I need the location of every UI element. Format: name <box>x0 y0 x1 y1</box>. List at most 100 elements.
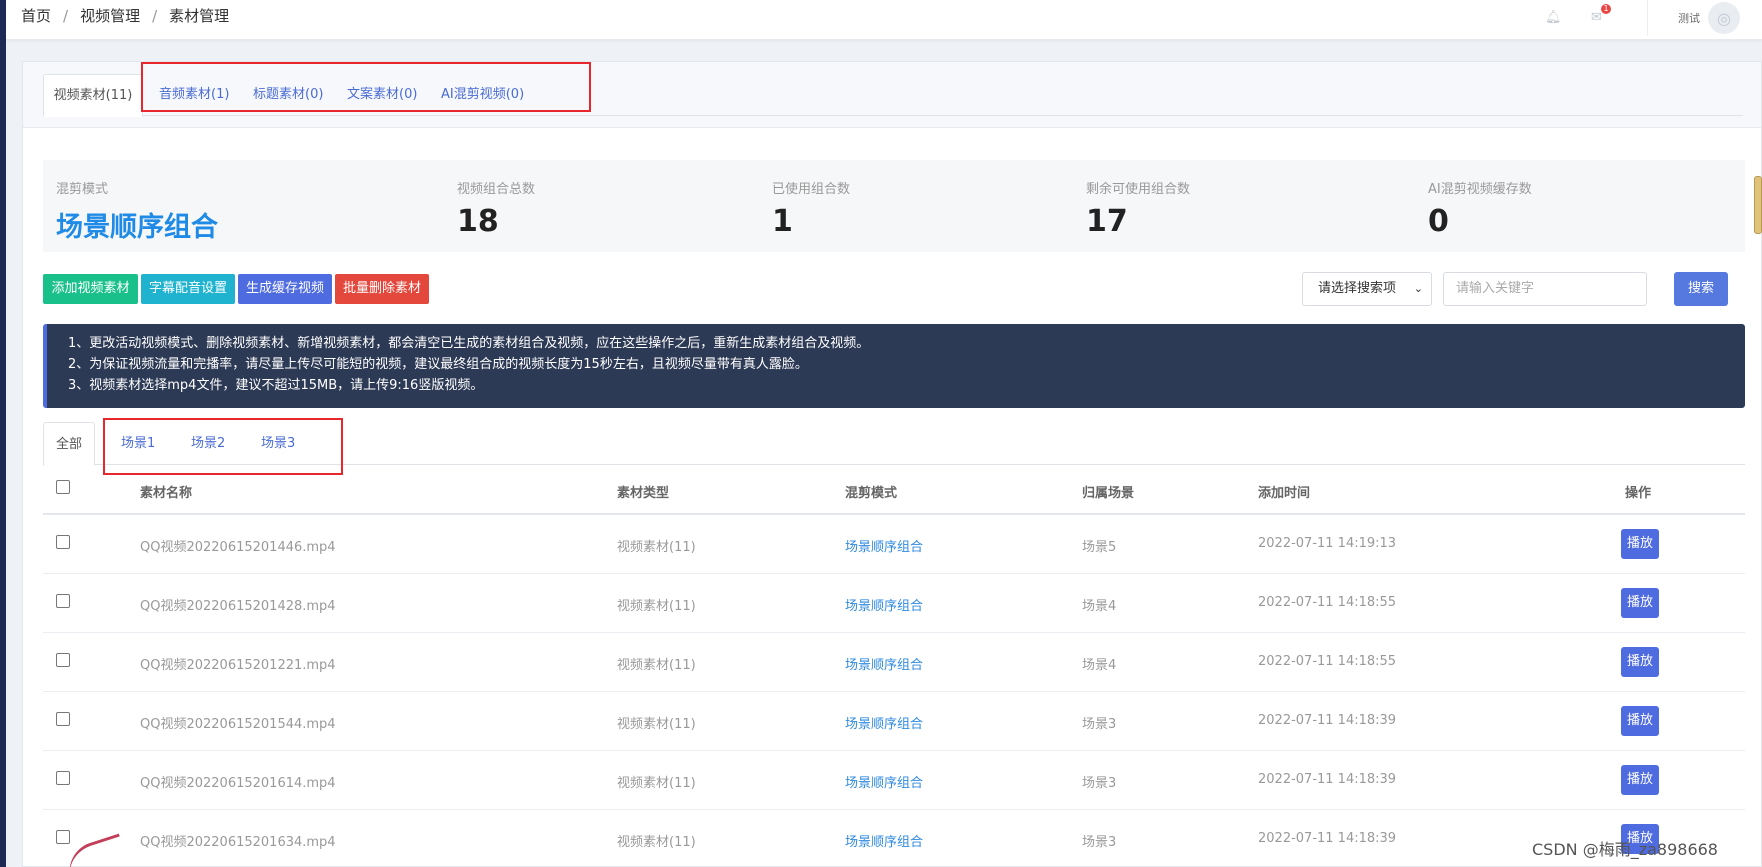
header-operation: 操作 <box>1625 486 1652 501</box>
tab-title-material[interactable]: 标题素材(0) <box>253 74 323 116</box>
row-scene: 场景4 <box>1082 599 1117 614</box>
play-button[interactable]: 播放 <box>1621 647 1659 677</box>
stat-total-label: 视频组合总数 <box>457 182 536 197</box>
row-scene: 场景3 <box>1082 835 1117 850</box>
generate-cache-video-button[interactable]: 生成缓存视频 <box>238 274 332 304</box>
avatar[interactable]: ◎ <box>1708 2 1740 34</box>
stat-cache-value: 0 <box>1428 204 1449 239</box>
breadcrumb-video-management[interactable]: 视频管理 <box>80 5 140 26</box>
header-divider <box>1647 0 1648 36</box>
play-button[interactable]: 播放 <box>1621 706 1659 736</box>
row-material-type: 视频素材(11) <box>617 658 696 673</box>
row-mix-mode[interactable]: 场景顺序组合 <box>845 713 923 732</box>
breadcrumb-separator: / <box>152 6 158 25</box>
notice-line-1: 1、更改活动视频模式、删除视频素材、新增视频素材，都会清空已生成的素材组合及视频… <box>68 336 870 351</box>
scene-tabs: 全部 场景1 场景2 场景3 <box>43 422 1745 466</box>
table-header-row: 素材名称 素材类型 混剪模式 归属场景 添加时间 操作 <box>43 466 1745 515</box>
row-scene: 场景3 <box>1082 717 1117 732</box>
top-header: 首页 / 视频管理 / 素材管理 🔔︎ ✉ 1 测试 ◎ <box>6 0 1762 40</box>
tab-copy-material[interactable]: 文案素材(0) <box>347 74 417 116</box>
row-mix-mode[interactable]: 场景顺序组合 <box>845 831 923 850</box>
play-button[interactable]: 播放 <box>1621 529 1659 559</box>
header-added-time: 添加时间 <box>1258 486 1311 501</box>
table-row: QQ视频20220615201428.mp4 视频素材(11) 场景顺序组合 场… <box>43 574 1745 633</box>
play-button[interactable]: 播放 <box>1621 765 1659 795</box>
stat-remaining-label: 剩余可使用组合数 <box>1086 182 1191 197</box>
row-material-name: QQ视频20220615201428.mp4 <box>140 599 336 614</box>
stat-mode-value: 场景顺序组合 <box>56 212 218 243</box>
row-added-time: 2022-07-11 14:18:39 <box>1258 831 1397 846</box>
chevron-down-icon: ⌄ <box>1413 282 1423 295</box>
scene-tab-all[interactable]: 全部 <box>43 422 95 466</box>
watermark: CSDN @梅雨_za898668 <box>1532 840 1718 859</box>
tab-ai-mix-video[interactable]: AI混剪视频(0) <box>441 74 524 116</box>
row-added-time: 2022-07-11 14:18:55 <box>1258 654 1397 669</box>
header-icons: 🔔︎ ✉ 1 测试 ◎ <box>1545 0 1762 36</box>
notice-box: 1、更改活动视频模式、删除视频素材、新增视频素材，都会清空已生成的素材组合及视频… <box>43 324 1745 408</box>
page-scrollbar[interactable] <box>1754 176 1762 234</box>
stats-panel: 混剪模式 场景顺序组合 视频组合总数 18 已使用组合数 1 剩余可使用组合数 … <box>43 160 1745 252</box>
header-scene: 归属场景 <box>1082 486 1135 501</box>
tab-audio-material[interactable]: 音频素材(1) <box>159 74 229 116</box>
search-field-select[interactable]: 请选择搜索项 ⌄ <box>1302 272 1432 306</box>
row-material-name: QQ视频20220615201614.mp4 <box>140 776 336 791</box>
row-checkbox[interactable] <box>56 594 70 608</box>
row-mix-mode[interactable]: 场景顺序组合 <box>845 772 923 791</box>
breadcrumb: 首页 / 视频管理 / 素材管理 <box>21 5 229 26</box>
user-name[interactable]: 测试 <box>1678 10 1700 26</box>
subtitle-dubbing-settings-button[interactable]: 字幕配音设置 <box>141 274 235 304</box>
stat-remaining-value: 17 <box>1086 204 1128 239</box>
stat-cache-label: AI混剪视频缓存数 <box>1428 182 1532 197</box>
scene-tab-1[interactable]: 场景1 <box>121 422 155 465</box>
breadcrumb-material-management: 素材管理 <box>169 7 230 25</box>
keyword-search-input[interactable]: 请输入关键字 <box>1443 272 1647 306</box>
table-row: QQ视频20220615201634.mp4 视频素材(11) 场景顺序组合 场… <box>43 810 1745 867</box>
add-video-material-button[interactable]: 添加视频素材 <box>43 274 138 304</box>
table-row: QQ视频20220615201221.mp4 视频素材(11) 场景顺序组合 场… <box>43 633 1745 692</box>
row-added-time: 2022-07-11 14:18:39 <box>1258 772 1397 787</box>
row-added-time: 2022-07-11 14:19:13 <box>1258 536 1397 551</box>
header-material-type: 素材类型 <box>617 486 670 501</box>
table-row: QQ视频20220615201544.mp4 视频素材(11) 场景顺序组合 场… <box>43 692 1745 751</box>
row-checkbox[interactable] <box>56 830 70 844</box>
row-checkbox[interactable] <box>56 535 70 549</box>
row-checkbox[interactable] <box>56 653 70 667</box>
row-scene: 场景5 <box>1082 540 1117 555</box>
row-checkbox[interactable] <box>56 771 70 785</box>
row-scene: 场景3 <box>1082 776 1117 791</box>
play-button[interactable]: 播放 <box>1621 588 1659 618</box>
tab-video-material[interactable]: 视频素材(11) <box>43 74 143 117</box>
message-badge: 1 <box>1601 4 1611 14</box>
row-material-name: QQ视频20220615201634.mp4 <box>140 835 336 850</box>
header-mix-mode: 混剪模式 <box>845 486 898 501</box>
scene-tab-2[interactable]: 场景2 <box>191 422 225 465</box>
stat-total-value: 18 <box>457 204 499 239</box>
material-tabs: 视频素材(11) 音频素材(1) 标题素材(0) 文案素材(0) AI混剪视频(… <box>43 74 1743 117</box>
bell-icon[interactable]: 🔔︎ <box>1545 11 1562 25</box>
main-card: 视频素材(11) 音频素材(1) 标题素材(0) 文案素材(0) AI混剪视频(… <box>22 61 1762 867</box>
notice-line-3: 3、视频素材选择mp4文件，建议不超过15MB，请上传9:16竖版视频。 <box>68 378 484 393</box>
scene-tab-3[interactable]: 场景3 <box>261 422 295 465</box>
search-field-select-value: 请选择搜索项 <box>1318 281 1397 296</box>
row-scene: 场景4 <box>1082 658 1117 673</box>
breadcrumb-separator: / <box>63 6 69 25</box>
row-material-type: 视频素材(11) <box>617 835 696 850</box>
row-mix-mode[interactable]: 场景顺序组合 <box>845 654 923 673</box>
row-mix-mode[interactable]: 场景顺序组合 <box>845 536 923 555</box>
stat-used-value: 1 <box>772 204 793 239</box>
card-header: 视频素材(11) 音频素材(1) 标题素材(0) 文案素材(0) AI混剪视频(… <box>23 62 1761 128</box>
batch-delete-button[interactable]: 批量删除素材 <box>335 274 429 304</box>
row-mix-mode[interactable]: 场景顺序组合 <box>845 595 923 614</box>
message-icon[interactable]: ✉ 1 <box>1591 4 1611 25</box>
stat-used-label: 已使用组合数 <box>772 182 851 197</box>
notice-line-2: 2、为保证视频流量和完播率，请尽量上传尽可能短的视频，建议最终组合成的视频长度为… <box>68 357 808 372</box>
row-material-name: QQ视频20220615201544.mp4 <box>140 717 336 732</box>
row-checkbox[interactable] <box>56 712 70 726</box>
breadcrumb-home[interactable]: 首页 <box>21 5 51 26</box>
search-button[interactable]: 搜索 <box>1674 272 1728 306</box>
row-added-time: 2022-07-11 14:18:55 <box>1258 595 1397 610</box>
stat-mode-label: 混剪模式 <box>56 182 109 197</box>
row-added-time: 2022-07-11 14:18:39 <box>1258 713 1397 728</box>
row-material-type: 视频素材(11) <box>617 717 696 732</box>
select-all-checkbox[interactable] <box>56 480 70 494</box>
